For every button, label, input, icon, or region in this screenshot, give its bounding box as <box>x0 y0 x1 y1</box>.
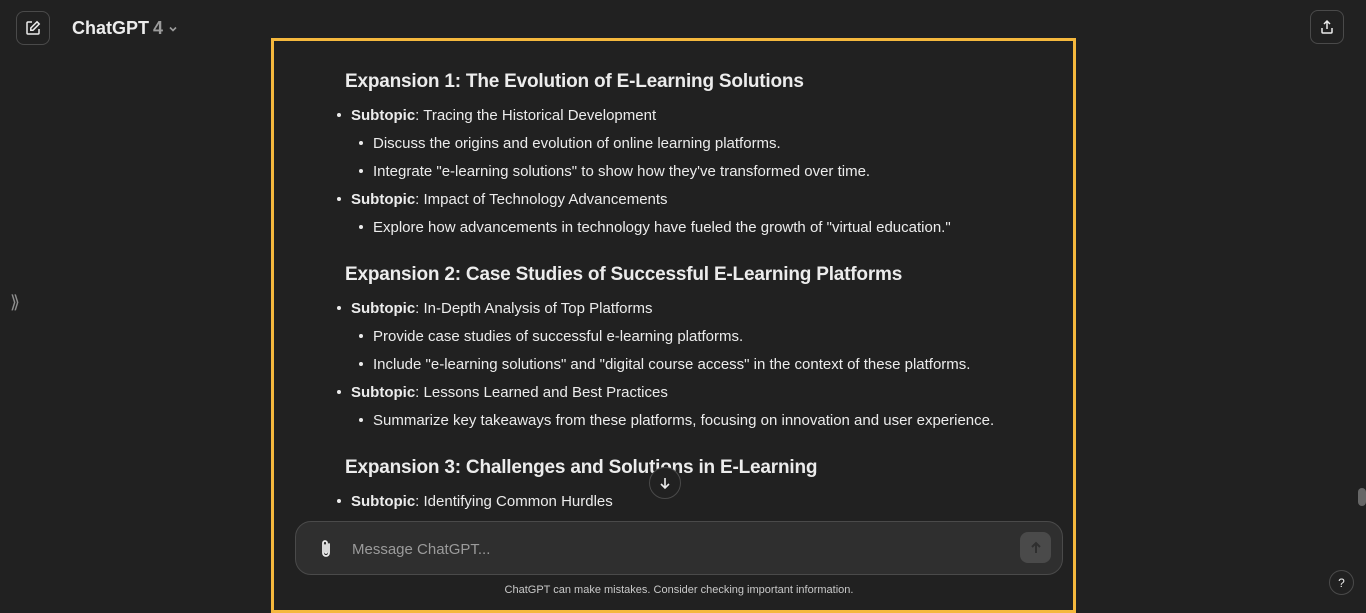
subtopic-text: : Identifying Common Hurdles <box>415 493 613 510</box>
subtopic-text: : Tracing the Historical Development <box>415 107 657 124</box>
subtopic-item: Subtopic: In-Depth Analysis of Top Platf… <box>337 295 1065 323</box>
chevron-down-icon <box>169 26 177 32</box>
point-item: Explore how advancements in technology h… <box>337 214 1065 242</box>
point-text: Include "e-learning solutions" and "digi… <box>373 356 971 373</box>
point-text: Provide case studies of successful e-lea… <box>373 328 744 345</box>
message-section: Expansion 1: The Evolution of E-Learning… <box>337 71 1065 242</box>
point-text: Discuss the origins and evolution of onl… <box>373 135 781 152</box>
point-item: Provide case studies of successful e-lea… <box>337 323 1065 351</box>
subtopic-label: Subtopic <box>351 107 416 124</box>
point-item: Summarize key takeaways from these platf… <box>337 407 1065 435</box>
scroll-to-bottom-button[interactable] <box>649 467 681 499</box>
section-heading: Expansion 3: Challenges and Solutions in… <box>345 457 818 478</box>
subtopic-label: Subtopic <box>351 191 416 208</box>
point-text: Summarize key takeaways from these platf… <box>373 412 995 429</box>
sidebar-toggle-button[interactable]: ⟫ <box>10 292 20 313</box>
bullet-icon <box>337 113 341 117</box>
subtopic-text: : Impact of Technology Advancements <box>415 191 668 208</box>
scrollbar-thumb[interactable] <box>1358 488 1366 506</box>
point-text: Integrate "e-learning solutions" to show… <box>373 163 871 180</box>
bullet-icon <box>337 306 341 310</box>
subtopic-list: Subtopic: Tracing the Historical Develop… <box>337 102 1065 242</box>
bullet-icon <box>337 197 341 201</box>
bullet-icon <box>359 418 363 422</box>
assistant-message: Expansion 1: The Evolution of E-Learning… <box>337 71 1065 538</box>
arrow-up-icon <box>1030 541 1041 553</box>
bullet-icon <box>359 334 363 338</box>
message-section: Expansion 3: Challenges and Solutions in… <box>337 457 1065 516</box>
subtopic-text: : Lessons Learned and Best Practices <box>415 384 668 401</box>
point-item: Include "e-learning solutions" and "digi… <box>337 351 1065 379</box>
model-selector[interactable]: ChatGPT 4 <box>72 18 179 39</box>
message-input[interactable] <box>350 536 994 562</box>
section-heading: Expansion 1: The Evolution of E-Learning… <box>345 71 804 92</box>
share-button[interactable] <box>1310 10 1344 44</box>
section-heading: Expansion 2: Case Studies of Successful … <box>345 264 903 285</box>
paperclip-icon <box>322 540 330 557</box>
share-icon <box>1321 19 1333 34</box>
message-section: Expansion 2: Case Studies of Successful … <box>337 264 1065 435</box>
subtopic-text: : In-Depth Analysis of Top Platforms <box>415 300 653 317</box>
bullet-icon <box>359 362 363 366</box>
new-chat-button[interactable] <box>16 11 50 45</box>
bullet-icon <box>337 390 341 394</box>
model-name: ChatGPT <box>72 18 150 38</box>
subtopic-list: Subtopic: Identifying Common Hurdles <box>337 488 1065 516</box>
point-item: Integrate "e-learning solutions" to show… <box>337 158 1065 186</box>
bullet-icon <box>359 225 363 229</box>
attach-button[interactable] <box>316 538 336 565</box>
arrow-down-icon <box>660 478 670 490</box>
point-text: Explore how advancements in technology h… <box>373 219 951 236</box>
disclaimer-text: ChatGPT can make mistakes. Consider chec… <box>504 584 854 596</box>
subtopic-item: Subtopic: Impact of Technology Advanceme… <box>337 186 1065 214</box>
chevron-right-icon: ⟫ <box>10 292 21 312</box>
subtopic-item: Subtopic: Lessons Learned and Best Pract… <box>337 379 1065 407</box>
subtopic-label: Subtopic <box>351 384 416 401</box>
help-button[interactable]: ? <box>1329 570 1354 595</box>
point-item: Discuss the origins and evolution of onl… <box>337 130 1065 158</box>
subtopic-list: Subtopic: In-Depth Analysis of Top Platf… <box>337 295 1065 435</box>
bullet-icon <box>337 499 341 503</box>
subtopic-item: Subtopic: Identifying Common Hurdles <box>337 488 1065 516</box>
bullet-icon <box>359 141 363 145</box>
send-button[interactable] <box>1020 532 1051 563</box>
subtopic-label: Subtopic <box>351 493 416 510</box>
bullet-icon <box>359 169 363 173</box>
subtopic-label: Subtopic <box>351 300 416 317</box>
model-version: 4 <box>153 18 164 38</box>
message-composer <box>295 521 1063 575</box>
subtopic-item: Subtopic: Tracing the Historical Develop… <box>337 102 1065 130</box>
edit-icon <box>26 20 41 35</box>
